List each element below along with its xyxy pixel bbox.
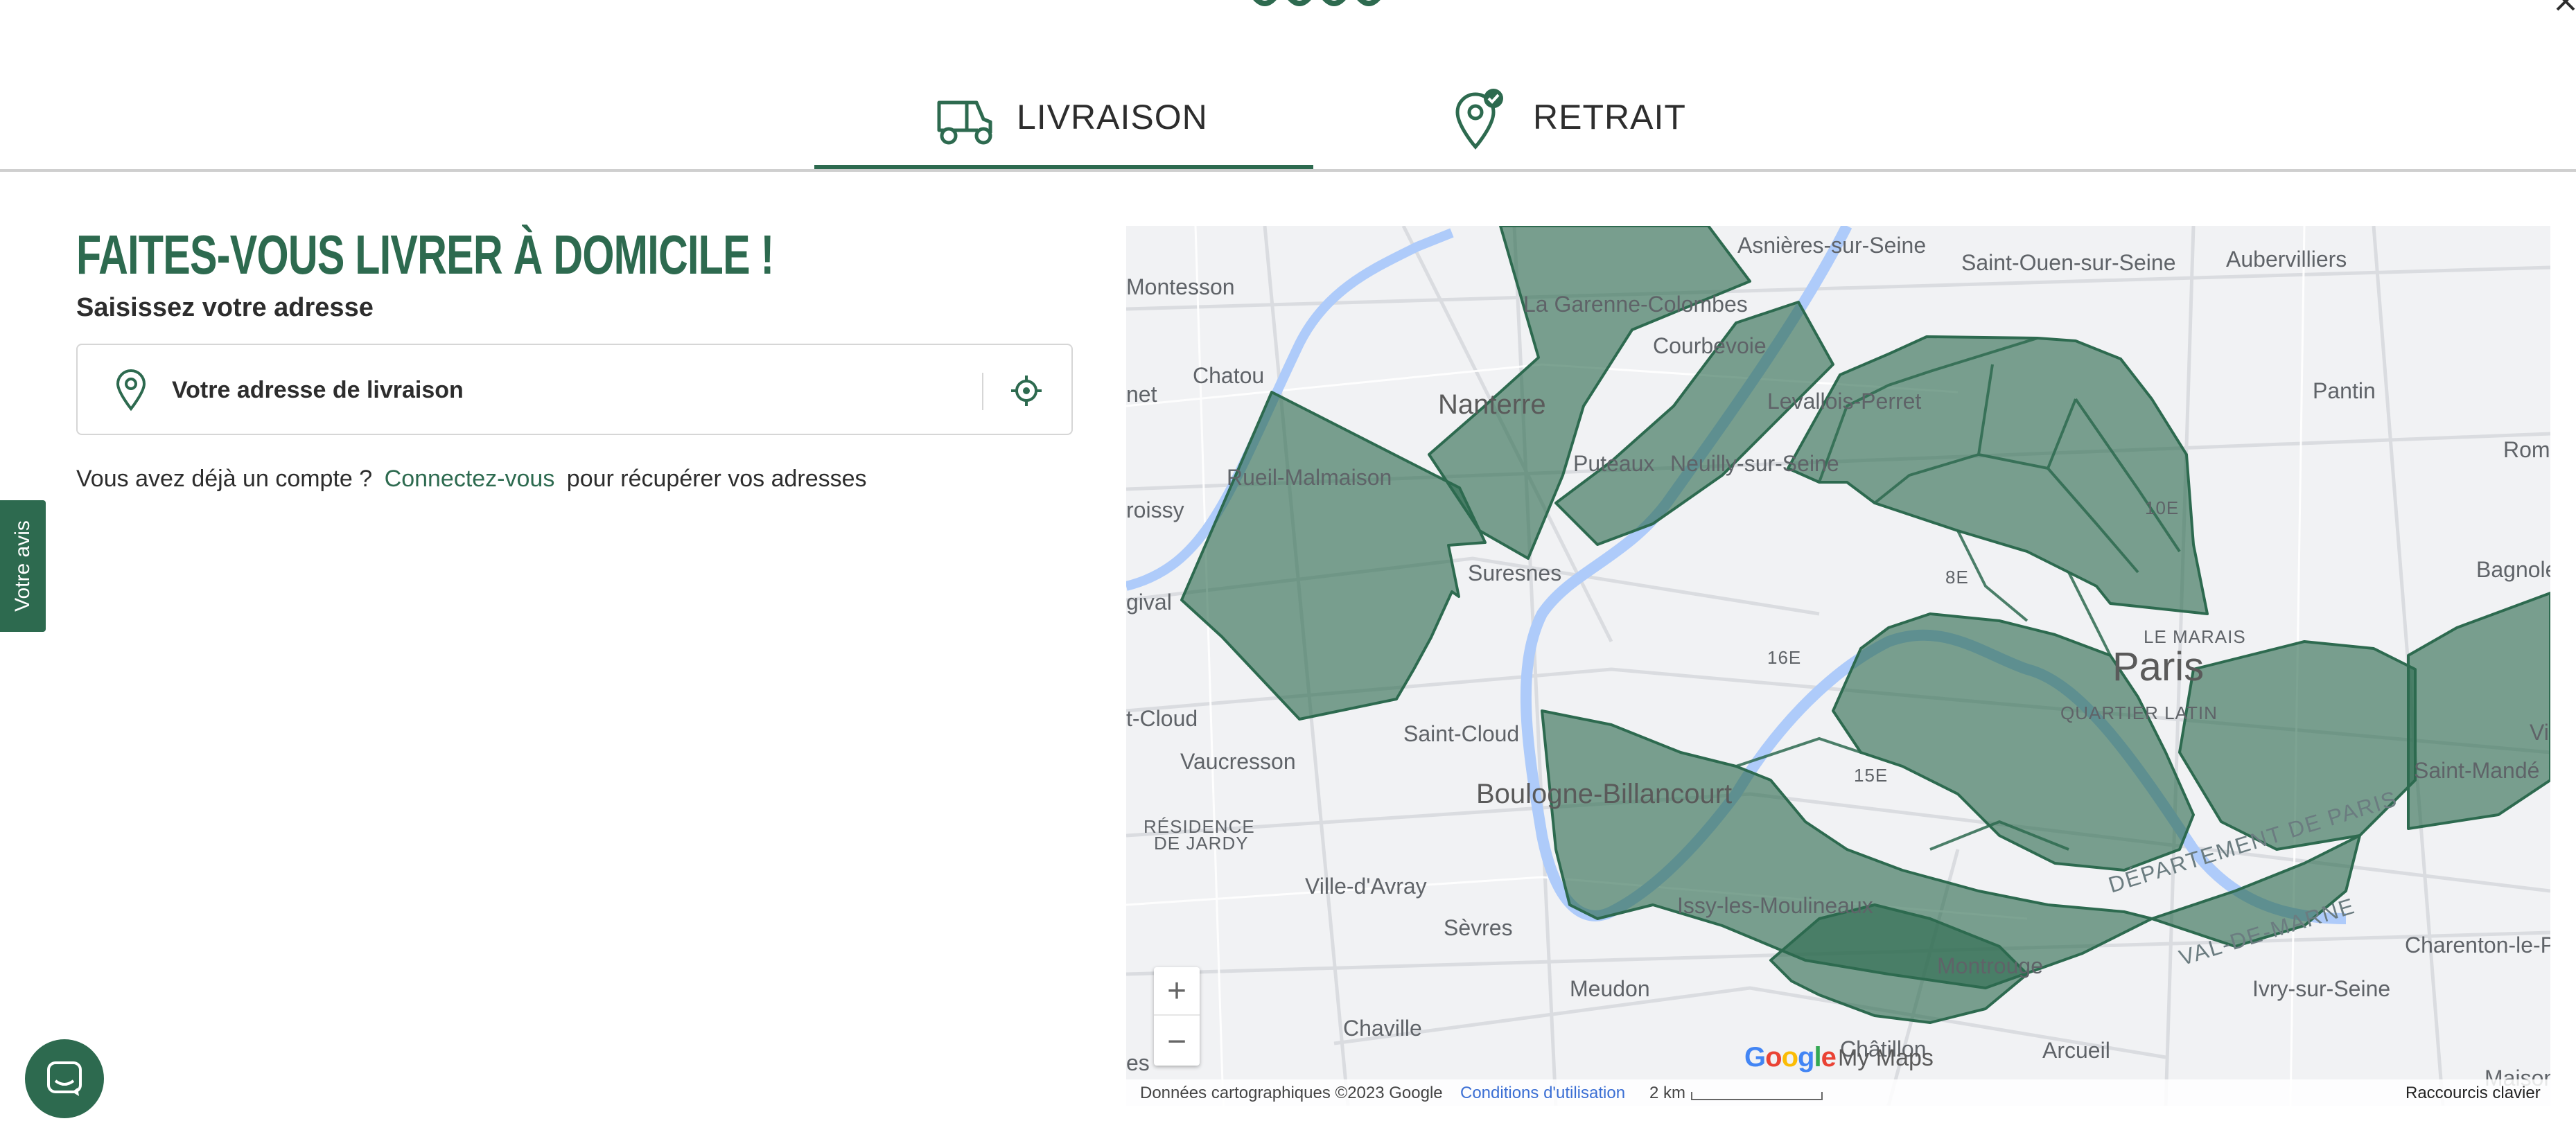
map-label: Vi: [2530, 720, 2549, 745]
map-label: QUARTIER LATIN: [2060, 703, 2218, 723]
tab-delivery[interactable]: LIVRAISON: [814, 75, 1313, 172]
map-label: 16E: [1767, 647, 1802, 668]
map-label: Saint-Cloud: [1403, 721, 1520, 746]
brand-logo-icon: [1253, 0, 1381, 6]
zoom-in-button[interactable]: +: [1154, 967, 1200, 1016]
map-label: Saint-Mandé: [2414, 758, 2540, 783]
location-pin-icon: [116, 369, 146, 412]
map-label: Aubervilliers: [2226, 247, 2347, 272]
chat-icon: [47, 1061, 82, 1096]
feedback-tab-label: Votre avis: [11, 520, 34, 612]
map-attribution-bar: Données cartographiques ©2023 Google Con…: [1126, 1079, 2550, 1106]
tab-delivery-label: LIVRAISON: [1017, 98, 1208, 136]
map-label: t-Cloud: [1126, 706, 1198, 731]
tab-pickup[interactable]: RETRAIT: [1313, 75, 1812, 172]
map-label: Bagnolet: [2476, 557, 2550, 582]
delivery-zone-map[interactable]: Montesson Asnières-sur-Seine Saint-Ouen-…: [1126, 226, 2550, 1106]
chat-button[interactable]: [25, 1039, 104, 1118]
close-icon[interactable]: [2550, 0, 2576, 21]
map-label: Rueil-Malmaison: [1227, 465, 1392, 490]
map-label: 10E: [2145, 497, 2180, 518]
map-label: Sèvres: [1444, 915, 1513, 940]
map-data-credit: Données cartographiques ©2023 Google: [1140, 1084, 1443, 1102]
map-label: es: [1126, 1050, 1150, 1075]
page-title: FAITES-VOUS LIVRER À DOMICILE !: [76, 224, 774, 285]
account-prefix: Vous avez déjà un compte ?: [76, 466, 373, 492]
map-label: Pantin: [2313, 378, 2376, 403]
map-label: Rom: [2503, 437, 2550, 462]
mode-tabs: LIVRAISON RETRAIT: [0, 75, 2576, 172]
map-label: Neuilly-sur-Seine: [1670, 451, 1839, 476]
map-label: DE JARDY: [1154, 833, 1249, 854]
map-label: La Garenne-Colombes: [1523, 292, 1748, 317]
map-scale-bar: [1691, 1092, 1823, 1100]
map-label: Courbevoie: [1653, 333, 1767, 358]
map-label: Ivry-sur-Seine: [2252, 976, 2391, 1001]
map-zoom-controls: + −: [1154, 967, 1200, 1066]
map-label: Saint-Ouen-sur-Seine: [1961, 250, 2176, 275]
map-label: Nanterre: [1438, 389, 1546, 420]
zoom-out-button[interactable]: −: [1154, 1017, 1200, 1066]
feedback-tab[interactable]: Votre avis: [0, 500, 46, 632]
map-scale-label: 2 km: [1649, 1084, 1686, 1102]
login-link[interactable]: Connectez-vous: [385, 466, 555, 492]
map-label: Arcueil: [2042, 1038, 2110, 1063]
field-divider: [982, 373, 983, 410]
map-label: Montrouge: [1937, 953, 2043, 978]
address-subtitle: Saisissez votre adresse: [76, 293, 374, 322]
map-label: Charenton-le-Pon: [2405, 933, 2550, 957]
map-label: Boulogne-Billancourt: [1476, 779, 1733, 809]
map-label: Montesson: [1126, 274, 1235, 299]
map-label: Chatou: [1193, 363, 1265, 388]
map-canvas[interactable]: [1126, 226, 2550, 1106]
account-prompt: Vous avez déjà un compte ? Connectez-vou…: [76, 466, 867, 493]
map-label: Paris: [2112, 644, 2205, 689]
terms-link[interactable]: Conditions d'utilisation: [1460, 1084, 1625, 1103]
map-label: Chaville: [1343, 1016, 1422, 1041]
tab-pickup-label: RETRAIT: [1533, 98, 1686, 136]
map-label: Asnières-sur-Seine: [1737, 233, 1927, 258]
geolocate-icon[interactable]: [1010, 374, 1043, 407]
delivery-scooter-icon: [937, 100, 992, 145]
address-input[interactable]: [172, 366, 934, 414]
account-suffix: pour récupérer vos adresses: [566, 466, 867, 492]
map-label: 15E: [1854, 765, 1889, 786]
map-label: gival: [1126, 590, 1172, 615]
my-maps-label: My Maps: [1838, 1045, 1934, 1071]
map-label: Puteaux: [1573, 451, 1655, 476]
pickup-pin-check-icon: [1455, 89, 1503, 150]
map-label: Meudon: [1570, 976, 1650, 1001]
address-field[interactable]: [76, 344, 1073, 435]
map-label: net: [1126, 382, 1157, 407]
map-label: Ville-d'Avray: [1305, 874, 1427, 899]
map-label: Vaucresson: [1180, 749, 1296, 774]
active-tab-indicator: [814, 165, 1313, 169]
map-label: Suresnes: [1468, 560, 1562, 585]
keyboard-shortcuts-link[interactable]: Raccourcis clavier: [2406, 1084, 2541, 1103]
map-label: Levallois-Perret: [1767, 389, 1922, 414]
google-logo: Google: [1744, 1042, 1837, 1073]
map-label: roissy: [1126, 497, 1184, 522]
map-label: 8E: [1945, 567, 1969, 588]
map-label: Issy-les-Moulineaux: [1677, 893, 1873, 918]
